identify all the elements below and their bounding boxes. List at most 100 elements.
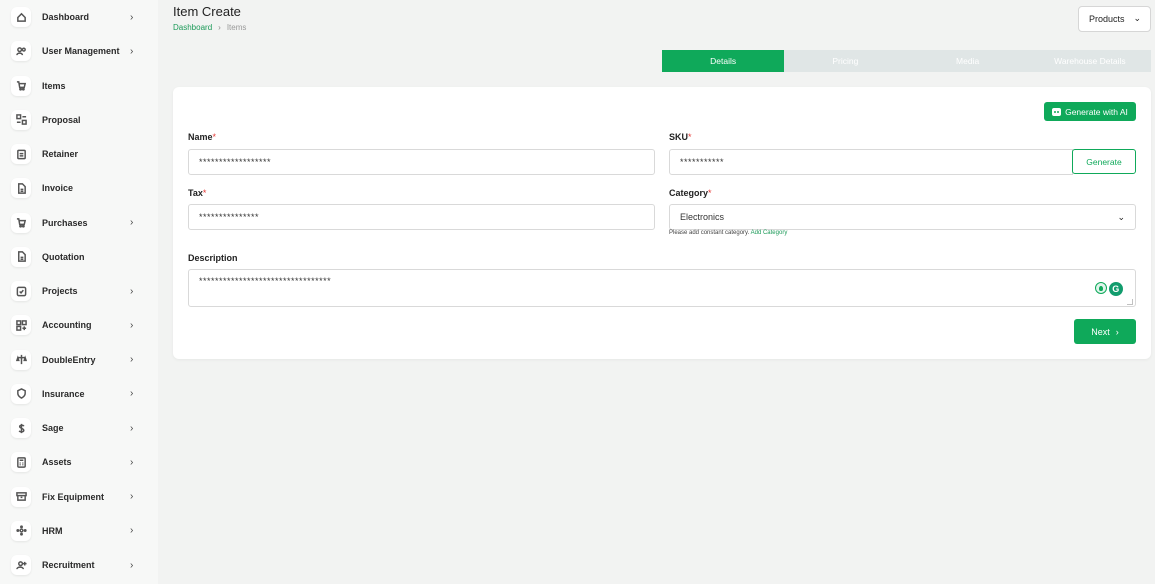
chevron-right-icon: › <box>1115 326 1119 337</box>
tab-details[interactable]: Details <box>662 50 785 72</box>
breadcrumb-separator: › <box>218 23 221 32</box>
sidebar-item-label: Sage <box>42 423 64 433</box>
products-dropdown-value: Products <box>1089 14 1125 24</box>
chevron-down-icon: ⌄ <box>1117 212 1125 222</box>
cart-icon <box>11 212 31 233</box>
generate-with-ai-button[interactable]: Generate with AI <box>1044 102 1136 121</box>
chevron-right-icon: › <box>130 456 134 468</box>
sidebar-item-label: Dashboard <box>42 12 90 22</box>
sidebar-item-label: Items <box>42 80 66 91</box>
sidebar-item-dashboard[interactable]: Dashboard › <box>0 0 158 34</box>
sidebar-item-label: Accounting <box>42 320 92 331</box>
sidebar-item-assets[interactable]: Assets › <box>0 445 158 479</box>
products-dropdown[interactable]: Products ⌄ <box>1078 6 1151 32</box>
description-textarea[interactable]: ********************************* G <box>188 269 1136 307</box>
category-select-value: Electronics <box>680 212 725 222</box>
item-form-card: Generate with AI Name* *****************… <box>173 87 1151 359</box>
breadcrumb: Dashboard › Items <box>173 23 246 32</box>
retainer-icon <box>11 144 31 164</box>
required-marker: * <box>708 188 712 198</box>
next-button-label: Next <box>1091 326 1110 337</box>
sku-input[interactable]: *********** <box>669 149 1073 175</box>
chevron-down-icon: ⌄ <box>1133 13 1141 23</box>
tax-label: Tax* <box>188 188 206 198</box>
archive-icon <box>11 486 31 507</box>
sidebar-item-user-management[interactable]: User Management › <box>0 34 158 68</box>
textarea-tools: G <box>1095 282 1123 296</box>
grid-icon <box>11 315 31 336</box>
tab-warehouse-details[interactable]: Warehouse Details <box>1028 50 1151 72</box>
sidebar-item-retainer[interactable]: Retainer <box>0 137 158 171</box>
sidebar-item-accounting[interactable]: Accounting › <box>0 308 158 342</box>
sidebar-item-label: Purchases <box>42 217 88 228</box>
sku-label-text: SKU <box>669 132 689 142</box>
grammarly-icon[interactable]: G <box>1109 282 1123 296</box>
sidebar-item-insurance[interactable]: Insurance › <box>0 377 158 411</box>
chevron-right-icon: › <box>130 319 134 331</box>
category-hint-text: Please add constant category. <box>669 230 750 236</box>
add-category-link[interactable]: Add Category <box>751 230 788 236</box>
sidebar-item-hrm[interactable]: HRM › <box>0 514 158 548</box>
required-marker: * <box>688 132 692 142</box>
form-tabs: Details Pricing Media Warehouse Details <box>662 50 1151 72</box>
tax-label-text: Tax <box>188 188 203 198</box>
chevron-right-icon: › <box>130 217 134 228</box>
lightbulb-icon[interactable] <box>1095 282 1107 294</box>
required-marker: * <box>212 132 217 142</box>
sidebar-item-label: User Management <box>42 46 120 57</box>
scale-icon <box>11 349 31 370</box>
sidebar-item-label: DoubleEntry <box>42 354 96 365</box>
required-marker: * <box>202 188 207 198</box>
chevron-right-icon: › <box>130 354 134 365</box>
tab-pricing[interactable]: Pricing <box>784 50 907 72</box>
sidebar-item-doubleentry[interactable]: DoubleEntry › <box>0 343 158 377</box>
sidebar-item-quotation[interactable]: Quotation <box>0 240 158 274</box>
description-label: Description <box>188 253 238 263</box>
sidebar-item-sage[interactable]: Sage › <box>0 411 158 445</box>
user-plus-icon <box>11 555 31 575</box>
sidebar-item-label: Projects <box>42 286 78 296</box>
chevron-right-icon: › <box>130 388 134 400</box>
sidebar-item-purchases[interactable]: Purchases › <box>0 206 158 240</box>
file-icon <box>11 178 31 199</box>
sidebar-item-proposal[interactable]: Proposal <box>0 103 158 137</box>
chevron-right-icon: › <box>130 45 134 57</box>
shield-icon <box>11 383 31 404</box>
category-hint: Please add constant category. Add Catego… <box>669 230 787 236</box>
sku-label: SKU* <box>669 132 692 142</box>
cart-icon <box>11 75 31 96</box>
sidebar-item-items[interactable]: Items <box>0 69 158 103</box>
category-label-text: Category <box>669 188 709 198</box>
sidebar-item-label: Recruitment <box>42 560 95 570</box>
breadcrumb-dashboard-link[interactable]: Dashboard <box>173 23 212 32</box>
dollar-icon <box>11 418 31 438</box>
next-button[interactable]: Next › <box>1074 319 1136 344</box>
description-value: ********************************* <box>199 276 332 286</box>
sidebar-item-label: Invoice <box>42 183 74 194</box>
sidebar-item-invoice[interactable]: Invoice <box>0 171 158 205</box>
sidebar-item-projects[interactable]: Projects › <box>0 274 158 308</box>
tab-media[interactable]: Media <box>906 50 1029 72</box>
generate-sku-button[interactable]: Generate <box>1072 149 1136 174</box>
sidebar-item-label: Quotation <box>42 251 85 262</box>
users-icon <box>11 41 31 62</box>
sidebar-item-label: Fix Equipment <box>42 491 105 502</box>
category-select[interactable]: Electronics ⌄ <box>669 204 1136 230</box>
chevron-right-icon: › <box>130 559 134 571</box>
name-label-text: Name <box>188 132 213 142</box>
hrm-icon <box>11 520 31 541</box>
proposal-icon <box>11 109 31 130</box>
sidebar-item-fix-equipment[interactable]: Fix Equipment › <box>0 480 158 514</box>
sidebar-item-label: Retainer <box>42 149 79 159</box>
resize-handle-icon[interactable] <box>1127 299 1133 305</box>
tax-input[interactable]: *************** <box>188 204 655 230</box>
sidebar-item-label: Proposal <box>42 114 81 125</box>
calculator-icon <box>11 452 31 473</box>
page-title: Item Create <box>173 4 241 19</box>
sidebar-item-label: Insurance <box>42 388 85 399</box>
sidebar-item-recruitment[interactable]: Recruitment › <box>0 548 158 582</box>
name-input[interactable]: ****************** <box>188 149 655 175</box>
category-label: Category* <box>669 188 712 198</box>
breadcrumb-current: Items <box>226 23 247 32</box>
chevron-right-icon: › <box>130 422 134 434</box>
